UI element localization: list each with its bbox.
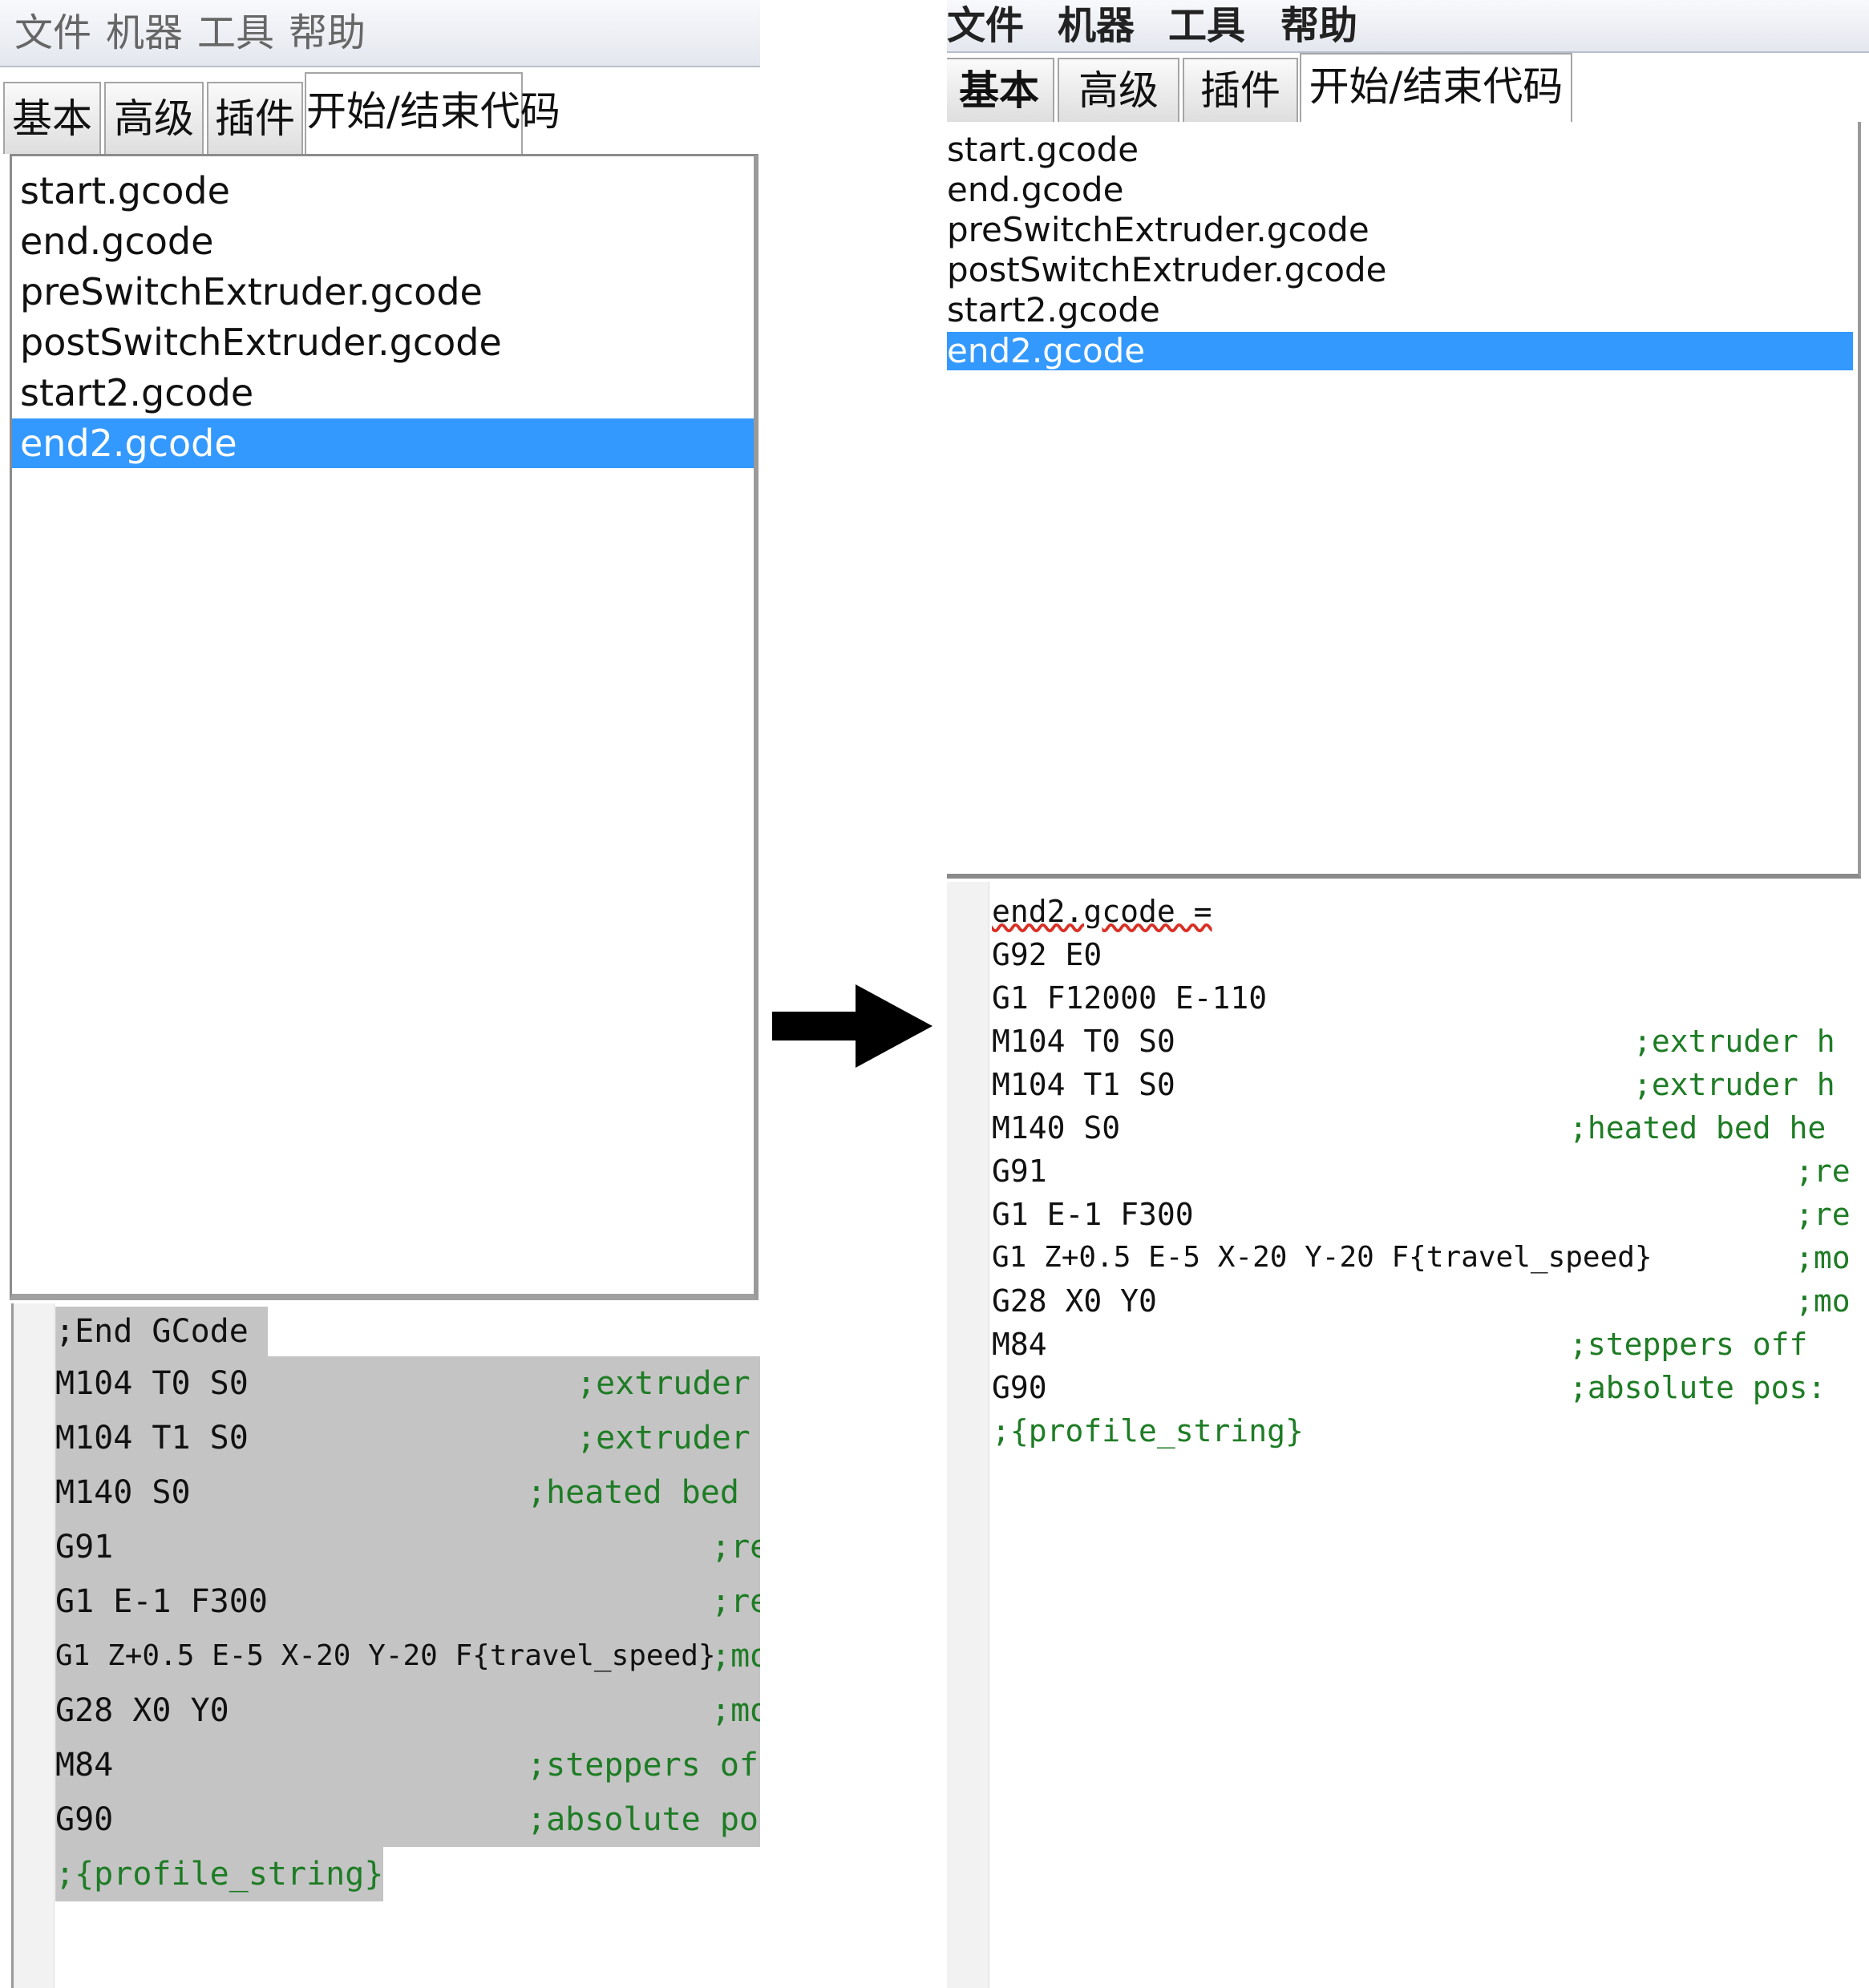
code-comment: ;extruder h	[1633, 1024, 1835, 1059]
code-comment: ;steppers off	[527, 1747, 760, 1784]
file-end2-gcode-selected[interactable]: end2.gcode	[12, 418, 754, 468]
file-end-gcode[interactable]: end.gcode	[947, 170, 1858, 210]
code-line: M104 T0 S0	[55, 1365, 249, 1402]
code-comment: ;mo	[1795, 1240, 1851, 1275]
menu-file[interactable]: 文件	[947, 6, 1024, 46]
editor-gutter	[14, 1303, 55, 1988]
tab-advanced[interactable]: 高级	[104, 82, 204, 154]
code-line: ;End GCode	[55, 1307, 268, 1356]
menu-bar: 文件 机器 工具 帮助	[0, 0, 760, 67]
code-comment: ;re	[1795, 1154, 1851, 1189]
code-line: G28 X0 Y0	[55, 1692, 229, 1729]
code-comment: ;absolute pos:	[1569, 1370, 1827, 1405]
code-line: end2.gcode =	[992, 894, 1212, 929]
code-comment: ;mo	[711, 1638, 760, 1675]
code-comment: ;extruder h	[576, 1365, 750, 1402]
code-line: M104 T1 S0	[992, 1067, 1175, 1102]
code-comment: ;heated bed he	[527, 1474, 760, 1511]
file-postswitchextruder-gcode[interactable]: postSwitchExtruder.gcode	[947, 250, 1858, 290]
menu-machine[interactable]: 机器	[106, 13, 183, 53]
gcode-editor[interactable]: ;End GCode M104 T0 S0 ;extruder h M104 T…	[11, 1303, 760, 1988]
tab-plugins[interactable]: 插件	[207, 82, 303, 154]
code-comment: ;extruder h	[1633, 1067, 1835, 1102]
file-start-gcode[interactable]: start.gcode	[947, 130, 1858, 170]
tab-plugins[interactable]: 插件	[1183, 58, 1298, 122]
code-line: G1 E-1 F300	[55, 1583, 268, 1620]
code-line: M84	[992, 1327, 1047, 1362]
file-postswitchextruder-gcode[interactable]: postSwitchExtruder.gcode	[12, 317, 754, 367]
code-line: G1 F12000 E-110	[992, 980, 1268, 1016]
code-comment: ;mo	[711, 1692, 760, 1729]
code-comment: ;mo	[1795, 1283, 1851, 1319]
code-comment: ;heated bed he	[1569, 1110, 1827, 1146]
right-arrow-icon	[772, 984, 932, 1068]
gcode-editor[interactable]: end2.gcode = G92 E0 G1 F12000 E-110 M104…	[947, 882, 1853, 1988]
code-line: G92 E0	[992, 937, 1102, 972]
menu-help[interactable]: 帮助	[1280, 6, 1357, 46]
code-comment: ;re	[1795, 1197, 1851, 1232]
file-end2-gcode-selected[interactable]: end2.gcode	[947, 332, 1853, 370]
after-screenshot: 文件 机器 工具 帮助 基本 高级 插件 开始/结束代码 start.gcode…	[947, 0, 1869, 1988]
code-line: G1 Z+0.5 E-5 X-20 Y-20 F{travel_speed}	[992, 1241, 1653, 1274]
menu-tools[interactable]: 工具	[197, 13, 274, 53]
code-comment: ;extruder h	[576, 1420, 750, 1457]
before-screenshot: 文件 机器 工具 帮助 基本 高级 插件 开始/结束代码 start.gcode…	[0, 0, 760, 1988]
code-comment: ;re	[711, 1583, 760, 1620]
file-preswitchextruder-gcode[interactable]: preSwitchExtruder.gcode	[12, 267, 754, 317]
file-start2-gcode[interactable]: start2.gcode	[12, 368, 754, 418]
code-line: ;{profile_string}	[992, 1413, 1304, 1449]
code-line: M104 T1 S0	[55, 1420, 249, 1457]
code-line: M84	[55, 1747, 114, 1784]
editor-gutter	[947, 882, 989, 1988]
tab-advanced[interactable]: 高级	[1058, 58, 1179, 122]
gcode-file-list[interactable]: start.gcode end.gcode preSwitchExtruder.…	[10, 154, 759, 1300]
tab-basic[interactable]: 基本	[947, 58, 1054, 122]
code-comment: ;re	[711, 1529, 760, 1566]
code-line: G1 Z+0.5 E-5 X-20 Y-20 F{travel_speed}	[55, 1639, 716, 1672]
gcode-file-list[interactable]: start.gcode end.gcode preSwitchExtruder.…	[947, 122, 1861, 879]
code-line: G91	[992, 1154, 1047, 1189]
code-line: ;{profile_string}	[55, 1847, 384, 1901]
code-line: G91	[55, 1529, 114, 1566]
file-start-gcode[interactable]: start.gcode	[12, 166, 754, 216]
menu-tools[interactable]: 工具	[1168, 6, 1245, 46]
code-line: G1 E-1 F300	[992, 1197, 1194, 1232]
menu-bar: 文件 机器 工具 帮助	[947, 0, 1869, 53]
code-line: G90	[55, 1801, 114, 1838]
tab-strip: 基本 高级 插件 开始/结束代码	[0, 71, 760, 154]
tab-start-end-code[interactable]: 开始/结束代码	[305, 72, 560, 154]
code-comment: ;steppers off	[1569, 1327, 1808, 1362]
code-line: M140 S0	[992, 1110, 1121, 1146]
code-line: G28 X0 Y0	[992, 1283, 1157, 1319]
code-line: M140 S0	[55, 1474, 191, 1511]
code-comment: ;absolute pos:	[527, 1801, 760, 1838]
file-end-gcode[interactable]: end.gcode	[12, 216, 754, 266]
tab-strip: 基本 高级 插件 开始/结束代码	[947, 53, 1869, 122]
code-line: M104 T0 S0	[992, 1024, 1175, 1059]
menu-help[interactable]: 帮助	[289, 13, 366, 53]
tab-start-end-code[interactable]: 开始/结束代码	[1300, 53, 1572, 122]
file-start2-gcode[interactable]: start2.gcode	[947, 290, 1858, 330]
menu-file[interactable]: 文件	[14, 13, 91, 53]
menu-machine[interactable]: 机器	[1058, 6, 1135, 46]
code-line: G90	[992, 1370, 1047, 1405]
tab-basic[interactable]: 基本	[3, 82, 101, 154]
file-preswitchextruder-gcode[interactable]: preSwitchExtruder.gcode	[947, 210, 1858, 250]
